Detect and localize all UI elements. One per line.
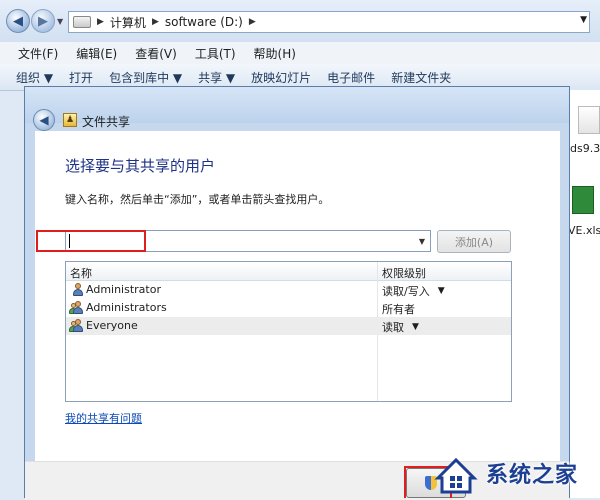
menu-bar: 文件(F) 编辑(E) 查看(V) 工具(T) 帮助(H) <box>0 42 600 64</box>
menu-edit[interactable]: 编辑(E) <box>76 45 117 62</box>
dialog-heading: 选择要与其共享的用户 <box>65 157 216 175</box>
dialog-back-button[interactable]: ◀ <box>33 109 55 131</box>
menu-file[interactable]: 文件(F) <box>18 45 58 62</box>
chevron-down-icon[interactable]: ▼ <box>414 231 430 251</box>
file-name[interactable]: VE.xlsx <box>568 224 600 237</box>
user-icon <box>72 283 83 296</box>
watermark-text: 系统之家 <box>486 463 579 488</box>
everyone-highlight-box <box>36 230 146 252</box>
toolbar-share[interactable]: 共享 ▼ <box>198 69 235 86</box>
menu-view[interactable]: 查看(V) <box>135 45 177 62</box>
add-button[interactable]: 添加(A) <box>437 230 511 253</box>
dialog-instructions: 键入名称，然后单击“添加”，或者单击箭头查找用户。 <box>65 193 330 206</box>
toolbar-organize[interactable]: 组织 ▼ <box>16 69 53 86</box>
share-user-list: 名称 权限级别 Administrator 读取/写入 ▼ Administra… <box>65 261 512 402</box>
user-name: Administrators <box>86 301 167 314</box>
chevron-down-icon[interactable]: ▼ <box>438 286 445 296</box>
file-name[interactable]: ds9.3 <box>570 142 600 155</box>
group-icon <box>69 319 83 332</box>
column-header-permission[interactable]: 权限级别 <box>382 265 426 281</box>
list-header: 名称 权限级别 <box>66 262 511 281</box>
file-sharing-dialog: ◀ ♟ 文件共享 选择要与其共享的用户 键入名称，然后单击“添加”，或者单击箭头… <box>24 86 570 500</box>
breadcrumb-computer[interactable]: 计算机 <box>110 14 146 31</box>
back-button[interactable]: ◀ <box>6 9 30 33</box>
toolbar-slideshow[interactable]: 放映幻灯片 <box>251 69 311 86</box>
watermark: 系统之家 <box>434 452 600 498</box>
toolbar-email[interactable]: 电子邮件 <box>327 69 375 86</box>
permission-level: 读取 <box>382 321 404 334</box>
breadcrumb-chevron-icon[interactable]: ▶ <box>97 17 104 27</box>
watermark-logo-icon <box>434 457 478 494</box>
list-item-selected[interactable]: Everyone 读取 ▼ <box>66 317 511 335</box>
permission-dropdown[interactable]: 读取/写入 ▼ <box>382 283 445 299</box>
sharing-help-link[interactable]: 我的共享有问题 <box>65 410 142 426</box>
recent-pages-dropdown-icon[interactable]: ▼ <box>57 17 63 26</box>
address-bar[interactable]: ▶ 计算机 ▶ software (D:) ▶ ▼ <box>68 11 590 33</box>
group-icon <box>69 301 83 314</box>
back-arrow-icon: ◀ <box>13 13 23 29</box>
breadcrumb-chevron-icon[interactable]: ▶ <box>152 17 159 27</box>
permission-level: 读取/写入 <box>382 285 430 298</box>
list-item[interactable]: Administrator 读取/写入 ▼ <box>66 281 511 299</box>
user-name: Everyone <box>86 319 138 332</box>
permission-level: 所有者 <box>382 303 415 316</box>
breadcrumb-drive[interactable]: software (D:) <box>165 15 243 29</box>
toolbar-open[interactable]: 打开 <box>69 69 93 86</box>
column-header-name[interactable]: 名称 <box>70 265 92 281</box>
breadcrumb-chevron-icon[interactable]: ▶ <box>249 17 256 27</box>
permission-dropdown[interactable]: 读取 ▼ <box>382 319 419 335</box>
user-name: Administrator <box>86 283 161 296</box>
list-item[interactable]: Administrators 所有者 <box>66 299 511 317</box>
document-file-icon[interactable] <box>578 106 600 134</box>
toolbar-include-library[interactable]: 包含到库中 ▼ <box>109 69 182 86</box>
drive-icon <box>73 16 91 28</box>
permission-level-static: 所有者 <box>382 301 415 317</box>
menu-help[interactable]: 帮助(H) <box>254 45 296 62</box>
explorer-address-bar-row: ◀ ▶ ▼ ▶ 计算机 ▶ software (D:) ▶ ▼ <box>0 0 600 42</box>
file-list-area: ds9.3 VE.xlsx <box>566 90 600 498</box>
menu-tools[interactable]: 工具(T) <box>195 45 236 62</box>
file-sharing-icon: ♟ <box>63 113 77 127</box>
dialog-title: 文件共享 <box>82 115 131 129</box>
dialog-content: 选择要与其共享的用户 键入名称，然后单击“添加”，或者单击箭头查找用户。 ▼ 添… <box>35 131 560 461</box>
back-arrow-icon: ◀ <box>39 113 49 127</box>
toolbar-new-folder[interactable]: 新建文件夹 <box>391 69 451 86</box>
forward-button[interactable]: ▶ <box>31 9 55 33</box>
chevron-down-icon[interactable]: ▼ <box>412 322 419 332</box>
excel-file-icon[interactable] <box>572 186 594 214</box>
forward-arrow-icon: ▶ <box>38 13 48 29</box>
address-dropdown-icon[interactable]: ▼ <box>580 15 587 25</box>
